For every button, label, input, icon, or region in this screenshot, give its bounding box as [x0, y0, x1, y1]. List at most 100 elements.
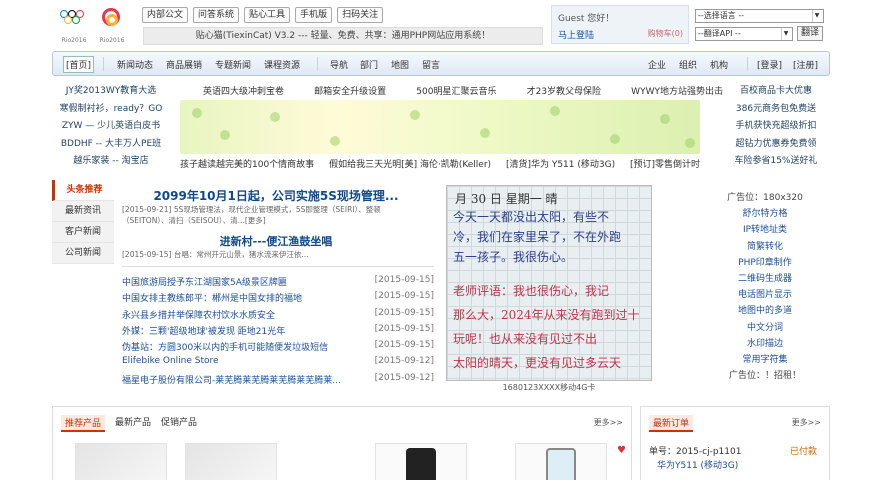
product-card[interactable]: [375, 443, 467, 480]
ad-link[interactable]: 邮箱安全升级设置: [314, 84, 386, 97]
language-select[interactable]: --选择语言 -- ▼: [695, 9, 824, 23]
tab-recommended[interactable]: 推荐产品: [61, 415, 106, 432]
nav-divider: [317, 57, 318, 71]
scan-follow-button[interactable]: 扫码关注: [337, 7, 384, 23]
headline-title[interactable]: 2099年10月1日起，公司实施5S现场管理...: [135, 187, 417, 204]
tool-link[interactable]: PHP印章制作: [700, 255, 830, 271]
orders-panel: 最新订单 更多>> 单号：2015-cj-p1101 已付款 华为Y511 (移…: [640, 406, 830, 480]
nav-map[interactable]: 地图: [391, 58, 409, 71]
translate-api-select[interactable]: --翻译API -- ▼: [695, 27, 793, 41]
ad-link[interactable]: 假如给我三天光明[美] 海伦·凯勒(Keller): [329, 157, 491, 170]
tool-link[interactable]: 中文分词: [700, 320, 830, 336]
qa-system-button[interactable]: 问答系统: [193, 7, 240, 23]
internal-docs-button[interactable]: 内部公文: [142, 7, 189, 23]
tab-latest[interactable]: 最新产品: [115, 415, 151, 432]
nav-products[interactable]: 商品展销: [166, 58, 202, 71]
nav-guestbook[interactable]: 留言: [422, 58, 440, 71]
ad-link[interactable]: 百校商品卡大优惠: [726, 83, 826, 101]
ad-link[interactable]: 越乐家装 -- 淘宝店: [56, 153, 166, 171]
tool-link[interactable]: 二维码生成器: [700, 271, 830, 287]
nav-enterprise[interactable]: 企业: [648, 58, 666, 71]
order-number[interactable]: 单号：2015-cj-p1101: [649, 444, 741, 457]
site-logos: Rio2016 Rio2016: [58, 6, 130, 44]
ad-link[interactable]: 车险参省15%送好礼: [726, 153, 826, 171]
nav-courses[interactable]: 课程资源: [264, 58, 300, 71]
nav-divider: [103, 57, 104, 71]
ad-link[interactable]: BDDHF -- 大丰万人PE班: [56, 136, 166, 154]
ad-link[interactable]: 孩子越读越完美的100个情商故事: [180, 157, 314, 170]
list-item[interactable]: 永兴县乡措并举保障农村饮水水质安全 [2015-09-15]: [122, 308, 434, 324]
tool-link[interactable]: 水印描边: [700, 336, 830, 352]
menu-customer-news[interactable]: 客户新闻: [52, 222, 114, 243]
product-card[interactable]: [75, 443, 167, 480]
more-products-link[interactable]: 更多>>: [594, 417, 623, 428]
tool-link[interactable]: 舒尔特方格: [700, 206, 830, 222]
top-button-bar: 内部公文 问答系统 贴心工具 手机版 扫码关注: [142, 7, 384, 23]
list-item[interactable]: Elifebike Online Store [2015-09-12]: [122, 356, 434, 372]
tool-link[interactable]: 电话图片显示: [700, 287, 830, 303]
ad-link[interactable]: 才23岁教父母保险: [527, 84, 601, 97]
tool-link[interactable]: 地图中的多道: [700, 303, 830, 319]
nav-organization[interactable]: 组织: [679, 58, 697, 71]
tab-latest-orders[interactable]: 最新订单: [649, 415, 694, 432]
ad-link[interactable]: [清货]华为 Y511 (移动3G): [506, 157, 615, 170]
heart-icon[interactable]: ♥: [617, 445, 626, 456]
clover-banner[interactable]: [180, 100, 700, 154]
ad-link[interactable]: [预订]零售倒计时: [630, 157, 700, 170]
nav-navigation[interactable]: 导航: [330, 58, 348, 71]
site-slogan: 贴心猫(TiexinCat) V3.2 --- 轻量、免费、共享：通用PHP网站…: [143, 27, 543, 45]
list-item[interactable]: 福星电子股份有限公司-莱芜腾莱芜腾莱芜腾莱芜腾莱... [2015-09-12]: [122, 373, 434, 389]
ad-link[interactable]: 英语四大级冲刺宝卷: [203, 84, 284, 97]
rio-paralympics-logo: Rio2016: [96, 6, 128, 44]
headline-desc-2: [2015-09-15] 台唱：常州开元山景，猪水流来伊汪依...: [122, 250, 309, 259]
menu-headlines[interactable]: 头条推荐: [52, 180, 114, 201]
tools-button[interactable]: 贴心工具: [244, 7, 291, 23]
ads-left-column: JY奖2013WY教育大选 寒假制衬衫，ready？GO ZYW — 少儿英语白…: [56, 83, 166, 171]
tab-promotion[interactable]: 促销产品: [161, 415, 197, 432]
tools-list: 广告位：180x320 舒尔特方格 IP转地址类 简繁转化 PHP印章制作 二维…: [700, 190, 830, 384]
diary-photo[interactable]: 月 30 日 星期一 晴 今天一天都没出太阳，有些不 冷，我们在家里呆了，不在外…: [446, 185, 652, 381]
ad-slot-label: 广告位：180x320: [727, 193, 803, 203]
list-item[interactable]: 外媒：三颗'超级地球'被发现 距地21光年 [2015-09-15]: [122, 324, 434, 340]
ad-link[interactable]: 手机获快充超级折扣: [726, 118, 826, 136]
more-orders-link[interactable]: 更多>>: [792, 417, 821, 428]
menu-latest[interactable]: 最新资讯: [52, 201, 114, 222]
translate-button[interactable]: 翻译: [797, 26, 823, 41]
mobile-version-button[interactable]: 手机版: [295, 7, 333, 23]
order-tabs: 最新订单: [649, 415, 694, 432]
menu-company-news[interactable]: 公司新闻: [52, 243, 114, 264]
ads-right-column: 百校商品卡大优惠 386元商务包免费送 手机获快充超级折扣 超钻力优惠券免费领 …: [726, 83, 826, 171]
chevron-down-icon: ▼: [781, 28, 790, 40]
product-card[interactable]: [515, 443, 607, 480]
main-nav: [首页] 新闻动态 商品展销 专题新闻 课程资源 导航 部门 地图 留言 企业 …: [52, 51, 830, 76]
nav-register[interactable]: [注册]: [793, 58, 818, 71]
product-tabs: 推荐产品 最新产品 促销产品: [61, 415, 197, 432]
list-item[interactable]: 伪基站：方圆300米以内的手机可能随便发垃圾短信 [2015-09-15]: [122, 340, 434, 356]
tool-link[interactable]: 常用字符集: [700, 352, 830, 368]
list-item[interactable]: 中国旅游局授予东江湖国家5A级景区牌匾 [2015-09-15]: [122, 275, 434, 291]
ad-link[interactable]: WYWY地方站强势出击: [631, 84, 723, 97]
ad-link[interactable]: JY奖2013WY教育大选: [56, 83, 166, 101]
order-item[interactable]: 华为Y511 (移动3G): [657, 458, 738, 471]
headline-desc: [2015-09-21] 5S现场管理法，现代企业管理模式，5S即整理（SEIR…: [122, 205, 381, 225]
user-box: Guest 您好！ 马上登陆 购物车(0): [551, 5, 689, 44]
nav-departments[interactable]: 部门: [360, 58, 378, 71]
ad-link[interactable]: 超钻力优惠券免费领: [726, 136, 826, 154]
ad-link[interactable]: 386元商务包免费送: [726, 101, 826, 119]
list-item[interactable]: 中国女排主教练郎平：郴州是中国女排的福地 [2015-09-15]: [122, 291, 434, 307]
cart-link[interactable]: 购物车(0): [648, 28, 683, 39]
headline-title-2[interactable]: 进新村---便江渔鼓坐唱: [135, 233, 417, 249]
ad-link[interactable]: 500明星汇聚云音乐: [416, 84, 496, 97]
chevron-down-icon: ▼: [812, 10, 821, 22]
ad-link[interactable]: ZYW — 少儿英语白皮书: [56, 118, 166, 136]
nav-home[interactable]: [首页]: [63, 56, 95, 73]
nav-institution[interactable]: 机构: [710, 58, 728, 71]
nav-login[interactable]: [登录]: [757, 58, 782, 71]
ads-top-row: 英语四大级冲刺宝卷 邮箱安全升级设置 500明星汇聚云音乐 才23岁教父母保险 …: [203, 84, 723, 97]
tool-link[interactable]: IP转地址类: [700, 222, 830, 238]
product-card[interactable]: [185, 443, 277, 480]
nav-topics[interactable]: 专题新闻: [215, 58, 251, 71]
ad-link[interactable]: 寒假制衬衫，ready？GO: [56, 101, 166, 119]
tool-link[interactable]: 简繁转化: [700, 239, 830, 255]
nav-news[interactable]: 新闻动态: [117, 58, 153, 71]
